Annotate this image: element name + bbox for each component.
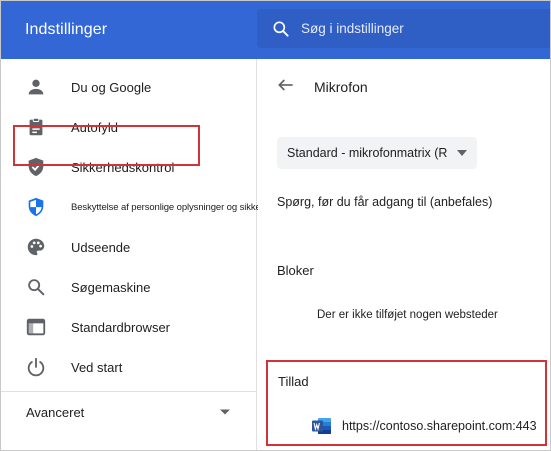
block-empty-message: Der er ikke tilføjet nogen websteder: [317, 309, 498, 321]
search-icon: [28, 279, 45, 296]
settings-window: Indstillinger Du og Google: [0, 0, 551, 451]
search-icon: [273, 21, 289, 37]
sidebar-item-label: Standardbrowser: [71, 319, 170, 335]
person-icon: [28, 79, 44, 95]
allowed-site-url: https://contoso.sharepoint.com:443: [342, 419, 537, 433]
sidebar-item-standardbrowser[interactable]: Standardbrowser: [1, 307, 257, 347]
sidebar-item-label: Du og Google: [71, 79, 152, 95]
block-heading: Bloker: [277, 263, 314, 278]
top-bar: Indstillinger: [1, 1, 550, 59]
sidebar: Du og Google Autofyld Sikkerhedskontrol: [1, 59, 279, 450]
ask-before-access-label: Spørg, før du får adgang til (anbefales): [277, 195, 493, 209]
sidebar-item-label: Ved start: [71, 359, 123, 375]
highlight-box-privacy: [13, 125, 200, 166]
sidebar-item-ved-start[interactable]: Ved start: [1, 347, 257, 387]
advanced-label: Avanceret: [26, 405, 85, 420]
sidebar-item-udseende[interactable]: Udseende: [1, 227, 257, 267]
word-icon: [312, 418, 331, 434]
palette-icon: [27, 238, 45, 256]
shield-privacy-icon: [28, 197, 44, 217]
allowed-site-row[interactable]: https://contoso.sharepoint.com:443: [312, 416, 537, 436]
sidebar-item-label: Søgemaskine: [71, 279, 151, 295]
microphone-select[interactable]: Standard - mikrofonmatrix (R: [277, 137, 477, 169]
power-icon: [27, 357, 45, 377]
microphone-select-value: Standard - mikrofonmatrix (R: [287, 146, 448, 160]
chevron-down-icon: [220, 409, 230, 415]
search-box[interactable]: [257, 9, 550, 48]
back-arrow-icon[interactable]: [276, 75, 296, 95]
browser-icon: [26, 318, 46, 336]
sidebar-item-soegemaskine[interactable]: Søgemaskine: [1, 267, 257, 307]
page-title: Mikrofon: [314, 79, 368, 95]
allow-heading: Tillad: [278, 374, 309, 389]
search-input[interactable]: [301, 9, 541, 48]
sidebar-item-label: Beskyttelse af personlige oplysninger og…: [71, 201, 280, 213]
advanced-toggle[interactable]: Avanceret: [1, 392, 257, 432]
caret-down-icon: [457, 150, 467, 156]
sidebar-item-privacy[interactable]: Beskyttelse af personlige oplysninger og…: [1, 187, 279, 227]
app-title: Indstillinger: [25, 21, 108, 38]
allow-section: Tillad https://contoso.sharepoint.com:44…: [266, 360, 547, 446]
sidebar-item-label: Udseende: [71, 239, 131, 255]
sidebar-item-du-og-google[interactable]: Du og Google: [1, 67, 257, 107]
